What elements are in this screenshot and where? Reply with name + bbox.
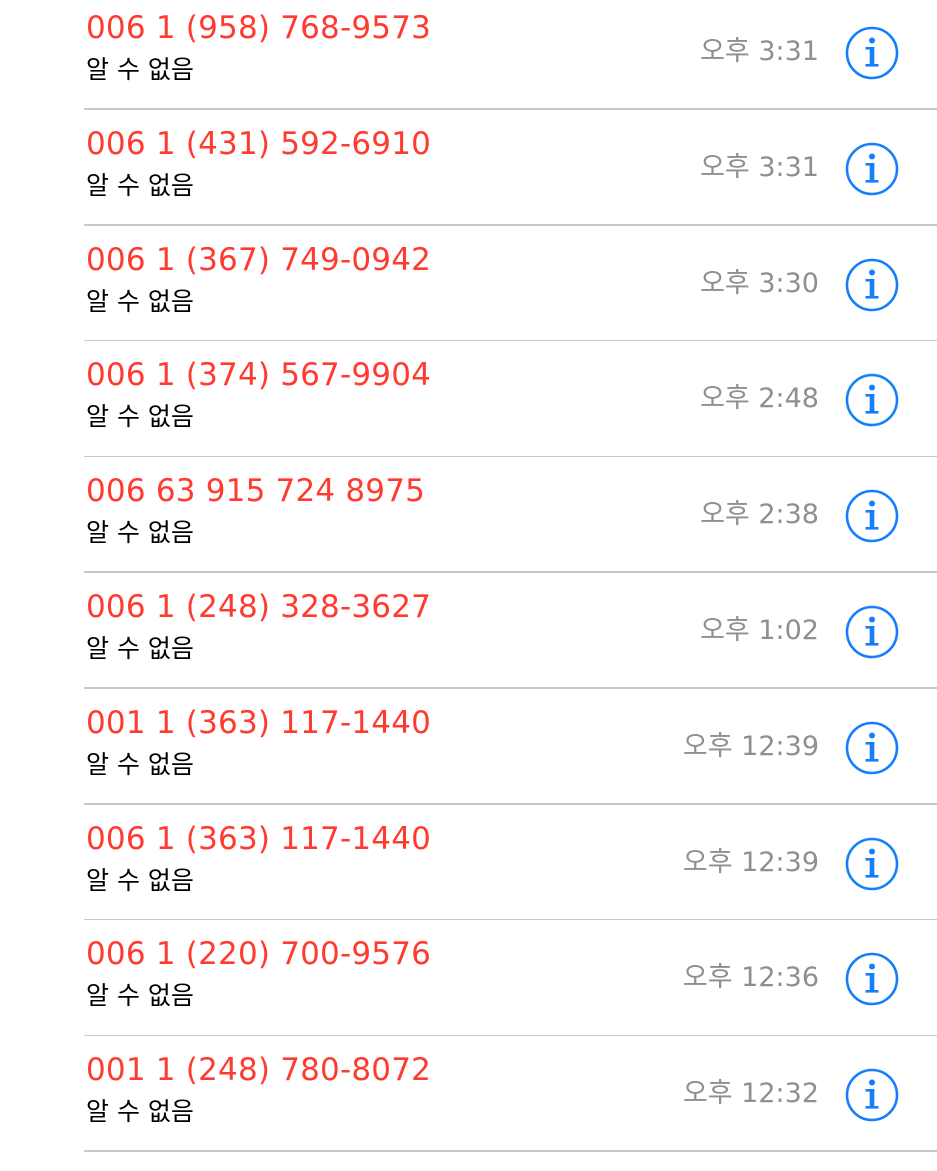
call-row[interactable]: 001 1 (363) 117-1440 알 수 없음 오후 12:39 (0, 689, 937, 805)
call-row[interactable]: 006 63 915 724 8975 알 수 없음 오후 2:38 (0, 457, 937, 573)
call-time: 오후 2:38 (700, 499, 819, 531)
caller-number: 006 63 915 724 8975 (86, 473, 426, 510)
caller-number: 006 1 (958) 768-9573 (86, 10, 432, 46)
call-row[interactable]: 006 1 (374) 567-9904 알 수 없음 오후 2:48 (0, 341, 937, 458)
caller-label: 알 수 없음 (86, 749, 194, 779)
call-row[interactable]: 006 1 (958) 768-9573 알 수 없음 오후 3:31 (0, 0, 937, 110)
call-row[interactable]: 006 1 (431) 592-6910 알 수 없음 오후 3:31 (0, 110, 937, 226)
call-time: 오후 3:31 (700, 36, 819, 67)
caller-number: 006 1 (248) 328-3627 (86, 588, 432, 625)
info-icon[interactable] (845, 373, 899, 427)
caller-number: 001 1 (248) 780-8072 (86, 1052, 432, 1089)
caller-number: 006 1 (220) 700-9576 (86, 936, 432, 973)
caller-label: 알 수 없음 (86, 1097, 194, 1127)
call-time: 오후 1:02 (700, 614, 819, 646)
info-icon[interactable] (845, 721, 899, 775)
call-time: 오후 12:36 (682, 962, 819, 994)
call-row[interactable]: 006 1 (363) 117-1440 알 수 없음 오후 12:39 (0, 805, 937, 921)
info-icon[interactable] (845, 605, 899, 659)
row-separator (84, 1150, 937, 1152)
caller-number: 001 1 (363) 117-1440 (86, 704, 432, 741)
call-time: 오후 12:39 (682, 846, 819, 878)
caller-number: 006 1 (374) 567-9904 (86, 357, 432, 394)
call-time: 오후 12:39 (682, 730, 819, 762)
caller-label: 알 수 없음 (86, 402, 194, 432)
caller-number: 006 1 (367) 749-0942 (86, 241, 432, 278)
info-icon[interactable] (845, 142, 899, 196)
info-icon[interactable] (845, 952, 899, 1006)
call-time: 오후 2:48 (700, 383, 819, 415)
caller-label: 알 수 없음 (86, 286, 194, 316)
info-icon[interactable] (845, 489, 899, 543)
caller-label: 알 수 없음 (86, 170, 194, 200)
info-icon[interactable] (845, 258, 899, 312)
caller-number: 006 1 (363) 117-1440 (86, 820, 432, 857)
call-time: 오후 3:31 (700, 151, 819, 183)
caller-label: 알 수 없음 (86, 55, 194, 84)
info-icon[interactable] (845, 837, 899, 891)
caller-label: 알 수 없음 (86, 518, 194, 548)
call-time: 오후 12:32 (682, 1078, 819, 1110)
call-time: 오후 3:30 (700, 267, 819, 299)
call-row[interactable]: 001 1 (248) 780-8072 알 수 없음 오후 12:32 (0, 1036, 937, 1152)
call-row[interactable]: 006 1 (248) 328-3627 알 수 없음 오후 1:02 (0, 573, 937, 689)
call-row[interactable]: 006 1 (220) 700-9576 알 수 없음 오후 12:36 (0, 920, 937, 1037)
caller-label: 알 수 없음 (86, 865, 194, 895)
info-icon[interactable] (845, 1068, 899, 1122)
caller-number: 006 1 (431) 592-6910 (86, 125, 432, 162)
recent-calls-list: 006 1 (958) 768-9573 알 수 없음 오후 3:31 006 … (0, 0, 937, 1152)
info-icon[interactable] (845, 26, 899, 80)
caller-label: 알 수 없음 (86, 981, 194, 1011)
caller-label: 알 수 없음 (86, 633, 194, 663)
call-row[interactable]: 006 1 (367) 749-0942 알 수 없음 오후 3:30 (0, 226, 937, 342)
